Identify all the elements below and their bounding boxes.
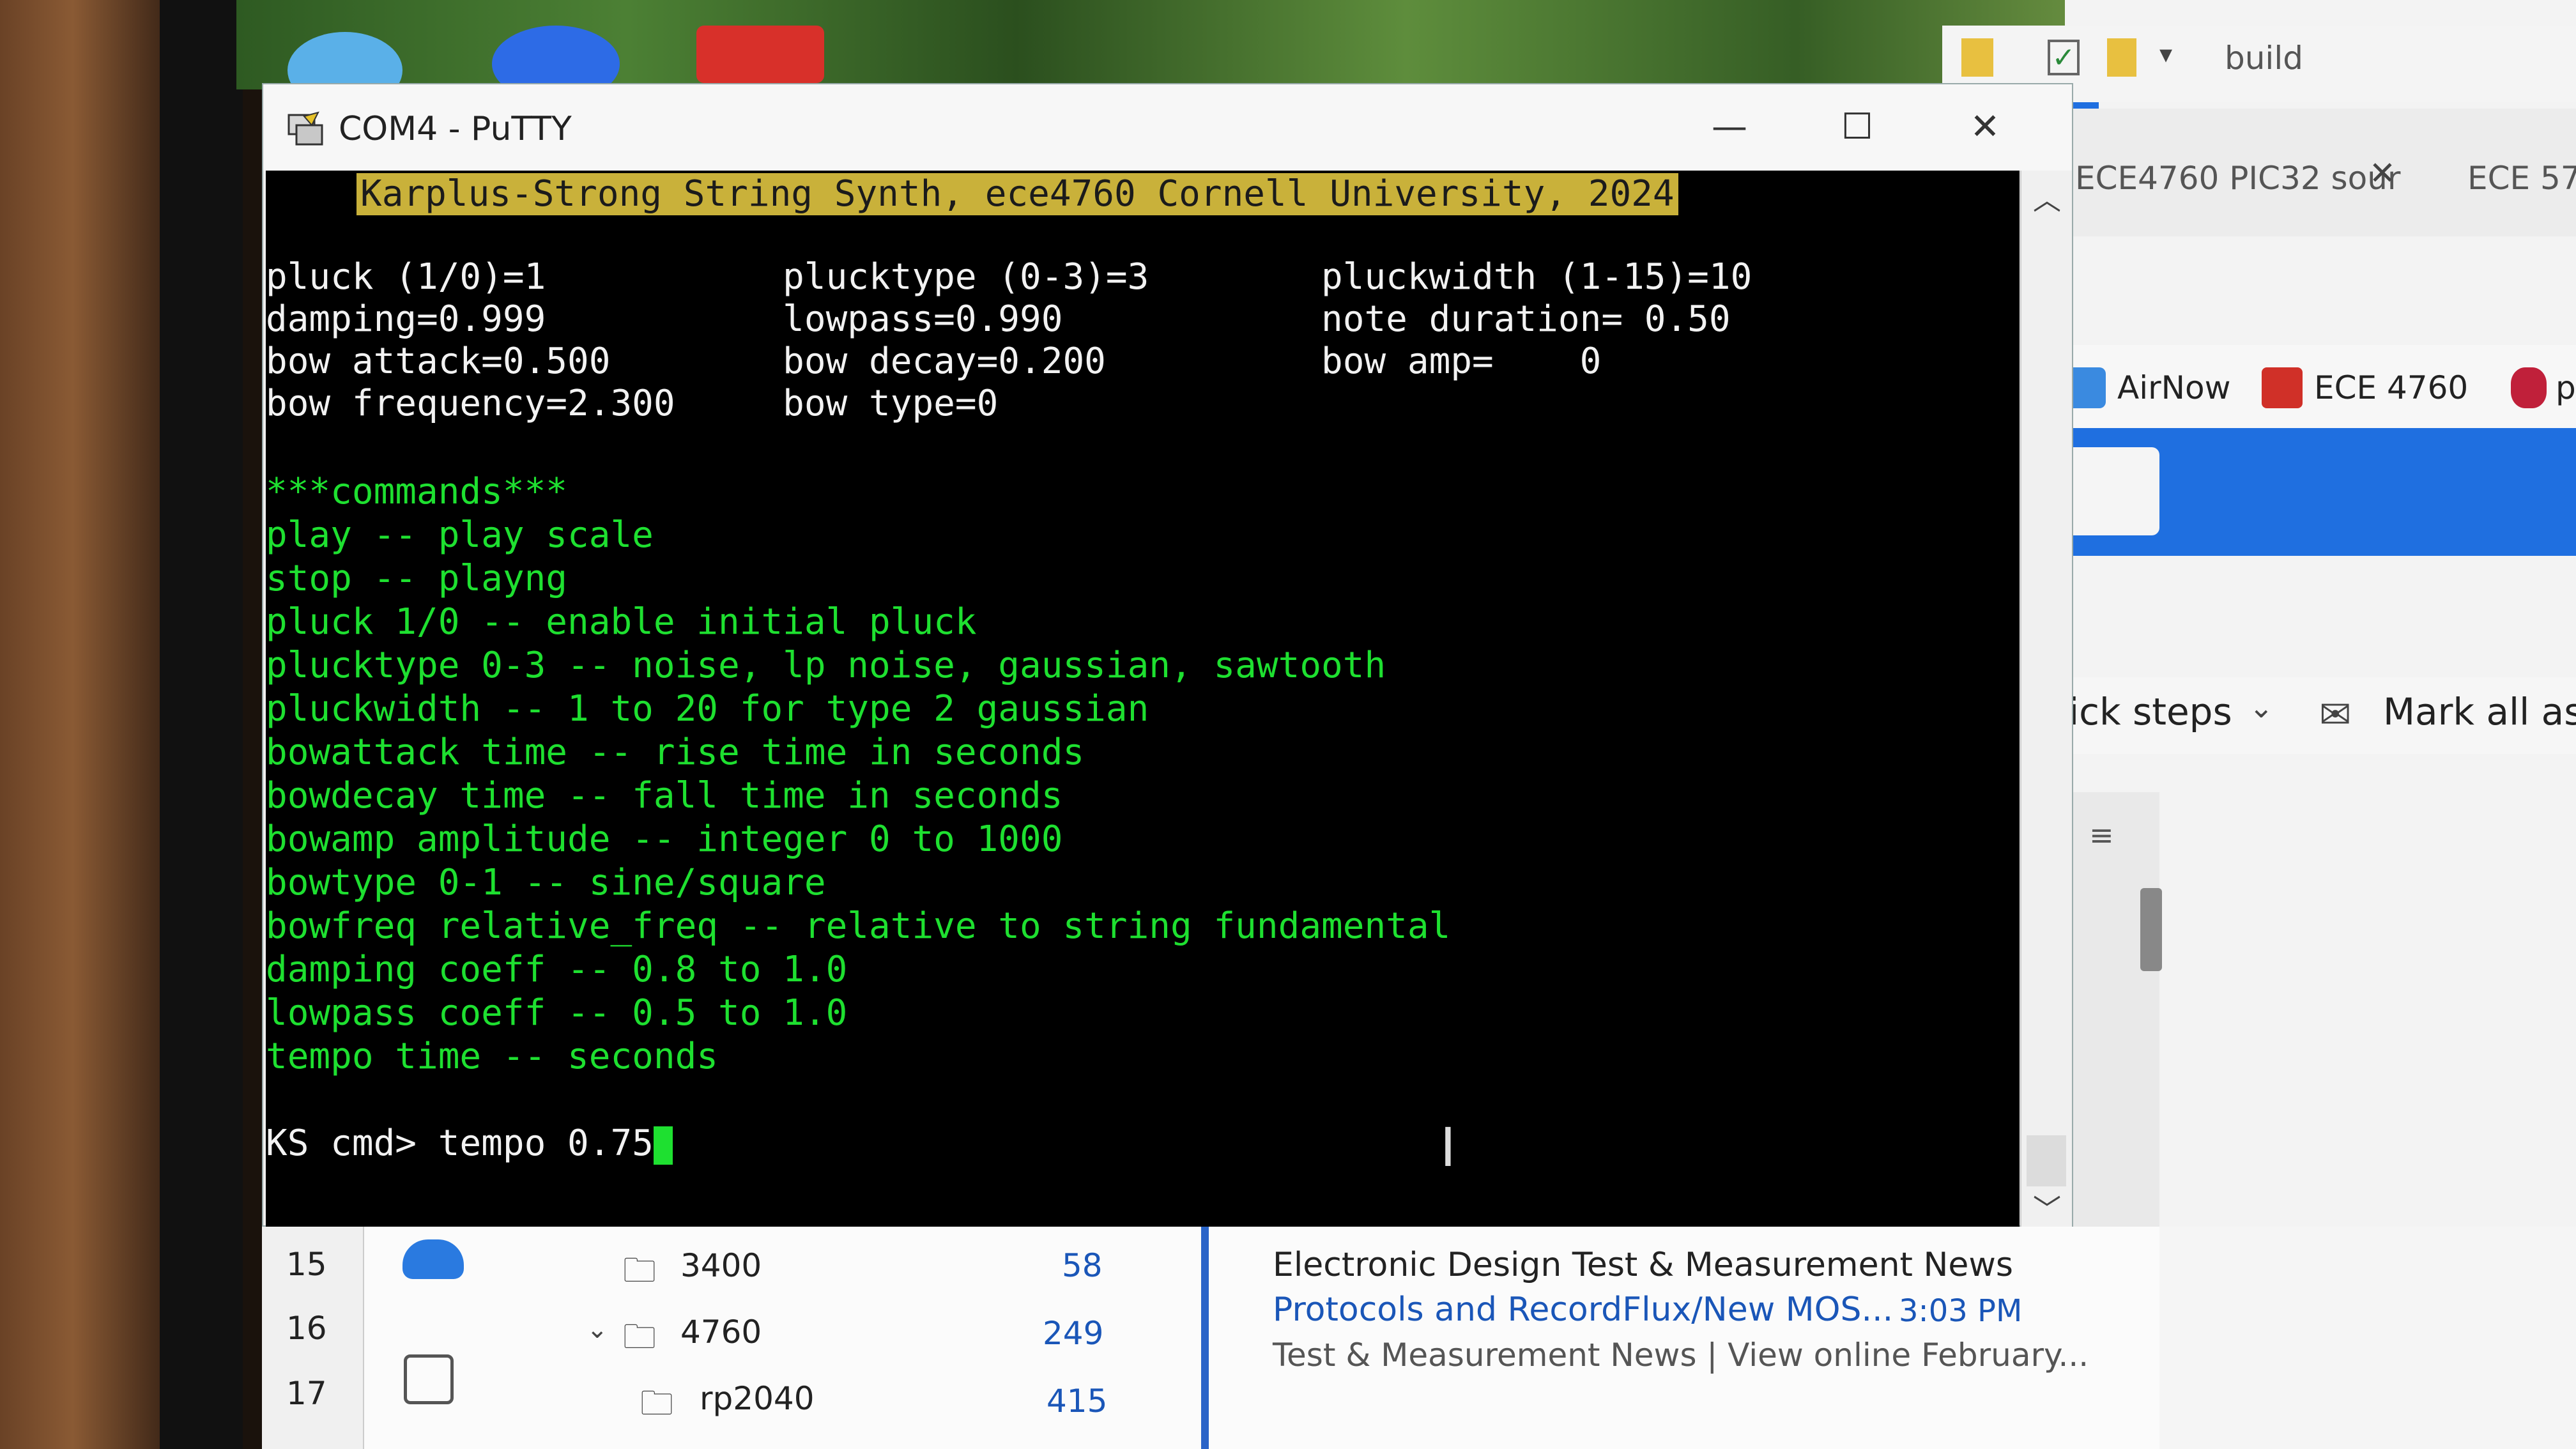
envelope-icon: ✉ [2319, 693, 2352, 737]
minimize-button[interactable]: — [1701, 98, 1758, 156]
terminal-screen[interactable]: Karplus-Strong String Synth, ece4760 Cor… [266, 171, 2020, 1228]
apps-grid-icon[interactable] [404, 1354, 454, 1404]
folder-count: 249 [1043, 1315, 1104, 1352]
command-line: lowpass coeff -- 0.5 to 1.0 [266, 992, 848, 1034]
chevron-down-icon[interactable]: ▾ [2159, 40, 2172, 69]
close-button[interactable]: ✕ [1956, 98, 2014, 156]
monitor-bezel [160, 0, 243, 1449]
terminal-banner: Karplus-Strong String Synth, ece4760 Cor… [356, 173, 1678, 215]
title-bar[interactable]: COM4 - PuTTY — ☐ ✕ [263, 84, 2072, 171]
folder-name[interactable]: rp2040 [700, 1380, 815, 1417]
bookmark-pi[interactable]: pi [2556, 369, 2576, 406]
text-cursor [653, 1126, 673, 1165]
param-line: bow frequency=2.300 bow type=0 [266, 383, 999, 424]
folder-name[interactable]: 4760 [680, 1314, 762, 1351]
ibeam-cursor-icon: I [1440, 1116, 1456, 1179]
folder-icon[interactable] [1961, 38, 1993, 77]
cloud-icon[interactable] [402, 1239, 464, 1279]
command-prompt[interactable]: KS cmd> tempo 0.75 [266, 1123, 673, 1165]
scrollbar-thumb[interactable] [2027, 1135, 2066, 1186]
quick-steps-label[interactable]: ick steps [2069, 690, 2232, 733]
command-line: bowattack time -- rise time in seconds [266, 732, 1085, 773]
folder-icon: 🗀 [623, 1252, 657, 1290]
message-time: 3:03 PM [1899, 1293, 2023, 1329]
filter-icon[interactable]: ≡ [2089, 818, 2114, 852]
folder-icon[interactable] [2107, 38, 2136, 77]
maximize-button[interactable]: ☐ [1828, 98, 1886, 156]
row-number: 16 [286, 1310, 327, 1347]
terminal-scrollbar[interactable]: ︿ ﹀ [2020, 171, 2072, 1228]
raspberry-pi-icon [2511, 367, 2547, 408]
command-line: bowdecay time -- fall time in seconds [266, 775, 1063, 816]
tab-ece57[interactable]: ECE 57 [2467, 160, 2576, 197]
command-line: pluck 1/0 -- enable initial pluck [266, 601, 977, 643]
command-line: play -- play scale [266, 514, 654, 556]
chevron-down-icon[interactable]: ⌄ [586, 1315, 608, 1344]
command-line: bowamp amplitude -- integer 0 to 1000 [266, 818, 1063, 860]
row-number: 15 [286, 1246, 327, 1283]
ece4760-icon [2262, 367, 2303, 408]
outlook-ribbon: ick steps ⌄ ✉ Mark all as [2064, 677, 2576, 754]
folder-pane: 🗀 3400 58 ⌄ 🗀 4760 249 🗀 rp2040 415 [364, 1227, 1201, 1449]
folder-count: 415 [1046, 1383, 1108, 1420]
command-line: bowtype 0-1 -- sine/square [266, 862, 826, 903]
row-number: 17 [286, 1375, 327, 1412]
chevron-down-icon[interactable]: ⌄ [2249, 690, 2274, 724]
browser-tabs: ECE4760 PIC32 sour ✕ ECE 57 [2064, 109, 2576, 236]
mark-all-read-button[interactable]: Mark all as [2383, 690, 2576, 733]
param-line: bow attack=0.500 bow decay=0.200 bow amp… [266, 341, 1602, 382]
command-line: plucktype 0-3 -- noise, lp noise, gaussi… [266, 645, 1386, 686]
param-line: pluck (1/0)=1 plucktype (0-3)=3 pluckwid… [266, 256, 1752, 298]
window-title: COM4 - PuTTY [339, 110, 572, 148]
message-subject: Protocols and RecordFlux/New MOS... [1273, 1291, 1894, 1329]
checkbox-icon[interactable]: ✓ [2048, 40, 2080, 75]
new-mail-button[interactable] [2064, 447, 2159, 535]
desktop-app-icon[interactable] [696, 26, 824, 83]
scroll-up-icon[interactable]: ︿ [2033, 177, 2061, 218]
commands-header: ***commands*** [266, 471, 568, 512]
putty-icon [288, 111, 323, 146]
prompt-text: KS cmd> tempo 0.75 [266, 1123, 654, 1164]
folder-icon: 🗀 [623, 1318, 657, 1356]
row-number-column: 15 16 17 [262, 1227, 364, 1449]
message-item[interactable]: Electronic Design Test & Measurement New… [1209, 1246, 2154, 1412]
putty-window: COM4 - PuTTY — ☐ ✕ Karplus-Strong String… [262, 83, 2073, 1228]
message-list: Electronic Design Test & Measurement New… [1201, 1227, 2159, 1449]
command-line: damping coeff -- 0.8 to 1.0 [266, 949, 848, 990]
bookmarks-bar: AirNow ECE 4760 pi [2064, 345, 2576, 428]
command-line: pluckwidth -- 1 to 20 for type 2 gaussia… [266, 688, 1149, 730]
param-line: damping=0.999 lowpass=0.990 note duratio… [266, 298, 1731, 340]
command-line: tempo time -- seconds [266, 1036, 719, 1077]
close-icon[interactable]: ✕ [2369, 155, 2396, 192]
bookmark-airnow[interactable]: AirNow [2117, 369, 2231, 406]
bookmark-ece4760[interactable]: ECE 4760 [2314, 369, 2468, 406]
tab-ece4760-pic32[interactable]: ECE4760 PIC32 sour [2075, 160, 2400, 197]
message-sender: Electronic Design Test & Measurement New… [1273, 1246, 2013, 1284]
folder-icon: 🗀 [640, 1384, 674, 1423]
command-line: bowfreq relative_freq -- relative to str… [266, 905, 1451, 947]
folder-count: 58 [1062, 1247, 1103, 1284]
command-line: stop -- playng [266, 558, 568, 599]
scroll-down-icon[interactable]: ﹀ [2033, 1186, 2061, 1227]
toolbar-build-label: build [2225, 40, 2303, 77]
scrollbar-thumb[interactable] [2140, 888, 2162, 971]
message-preview: Test & Measurement News | View online Fe… [1273, 1337, 2089, 1374]
folder-name[interactable]: 3400 [680, 1247, 762, 1284]
